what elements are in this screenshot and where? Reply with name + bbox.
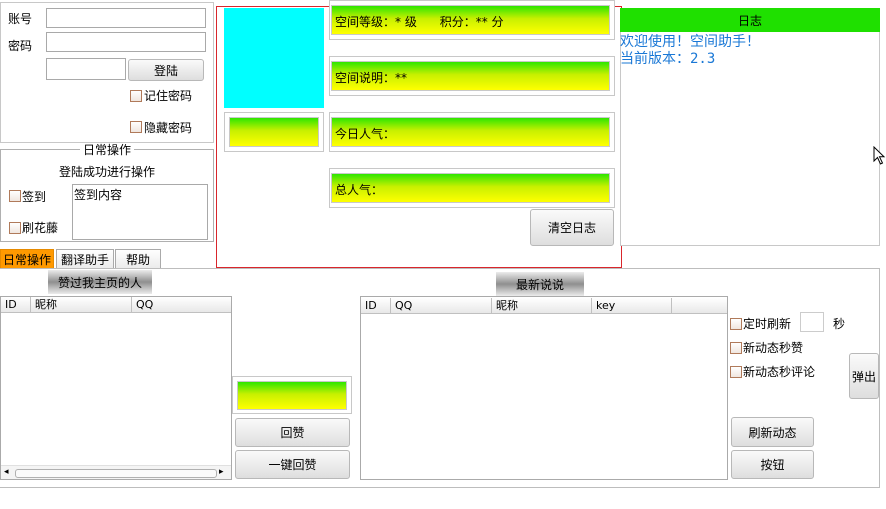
account-input[interactable] [46,8,206,28]
remember-password-label: 记住密码 [144,89,193,103]
log-line: 欢迎使用！空间助手！ [620,34,760,50]
today-bar: 今日人气： [331,117,610,147]
scrollbar-thumb[interactable] [15,469,217,478]
log-header: 日志 [620,8,880,32]
column-header[interactable]: QQ [391,298,492,313]
signin-content-textarea[interactable]: 签到内容 [72,184,208,240]
tab-translate-label: 翻译助手 [60,253,109,267]
one-key-reply-button[interactable]: 一键回赞 [235,450,350,479]
tab-daily[interactable]: 日常操作 [0,249,54,269]
tab-help-label: 帮助 [125,253,150,267]
likers-table[interactable] [0,296,232,480]
flower-label: 刷花藤 [22,221,59,235]
timed-refresh-checkbox[interactable] [730,318,742,330]
tab-daily-label: 日常操作 [2,253,51,267]
hide-password-label: 隐藏密码 [144,121,193,135]
desc-text: 空间说明：** [335,71,408,85]
total-bar: 总人气： [331,173,610,203]
tab-translate[interactable]: 翻译助手 [56,249,114,269]
feeds-table-header: ID QQ 昵称 key [361,298,727,314]
column-header [672,298,727,313]
flower-checkbox[interactable] [9,222,21,234]
total-visits-text: 总人气： [335,183,384,197]
instant-comment-label: 新动态秒评论 [743,365,816,379]
timed-refresh-label: 定时刷新 [743,317,792,331]
popup-button[interactable]: 弹出 [849,353,879,399]
log-content: 欢迎使用！空间助手！ 当前版本：2.3 [620,34,878,74]
column-header[interactable]: ID [361,298,391,313]
likers-header: 赞过我主页的人 [48,270,152,294]
daily-hint: 登陆成功进行操作 [59,165,156,179]
likers-horizontal-scrollbar[interactable]: ◂ ▸ [1,465,231,479]
signin-content-text: 签到内容 [74,188,123,202]
likers-title: 赞过我主页的人 [57,275,142,290]
login-button[interactable]: 登陆 [128,59,204,81]
password-label: 密码 [8,39,33,53]
column-header[interactable]: 昵称 [31,297,132,312]
today-visits-text: 今日人气： [335,127,396,141]
reply-like-button[interactable]: 回赞 [235,418,350,447]
seconds-unit-label: 秒 [833,317,846,331]
remember-password-checkbox[interactable] [130,90,142,102]
log-line: 当前版本：2.3 [620,51,716,67]
scroll-left-icon[interactable]: ◂ [4,467,9,477]
feeds-title: 最新说说 [515,277,564,292]
hide-password-checkbox[interactable] [130,121,142,133]
instant-comment-checkbox[interactable] [730,366,742,378]
signin-label: 签到 [22,190,47,204]
level-text: 空间等级：* 级 积分：** 分 [335,15,504,29]
scroll-right-icon[interactable]: ▸ [219,467,224,477]
clear-log-button[interactable]: 清空日志 [530,209,614,246]
column-header[interactable]: QQ [132,297,231,312]
signin-checkbox[interactable] [9,190,21,202]
tab-help[interactable]: 帮助 [115,249,161,269]
column-header[interactable]: ID [1,297,31,312]
column-header[interactable]: 昵称 [492,298,592,313]
avatar-status-bar [229,117,319,147]
feeds-header: 最新说说 [496,272,584,296]
password-input[interactable] [46,32,206,52]
level-bar: 空间等级：* 级 积分：** 分 [331,5,610,35]
mouse-cursor-icon [873,146,886,165]
instant-like-label: 新动态秒赞 [743,341,804,355]
generic-button[interactable]: 按钮 [731,450,814,479]
account-label: 账号 [8,12,33,26]
likers-table-header: ID 昵称 QQ [1,297,231,313]
instant-like-checkbox[interactable] [730,342,742,354]
log-title: 日志 [737,13,762,28]
daily-group-title: 日常操作 [80,143,135,157]
feeds-table[interactable] [360,296,728,480]
captcha-input[interactable] [46,58,126,80]
desc-bar: 空间说明：** [331,61,610,91]
refresh-feeds-button[interactable]: 刷新动态 [731,417,814,447]
reply-progress-bar [237,381,347,410]
avatar-image [224,8,324,108]
refresh-seconds-input[interactable] [800,312,824,332]
column-header[interactable]: key [592,298,672,313]
